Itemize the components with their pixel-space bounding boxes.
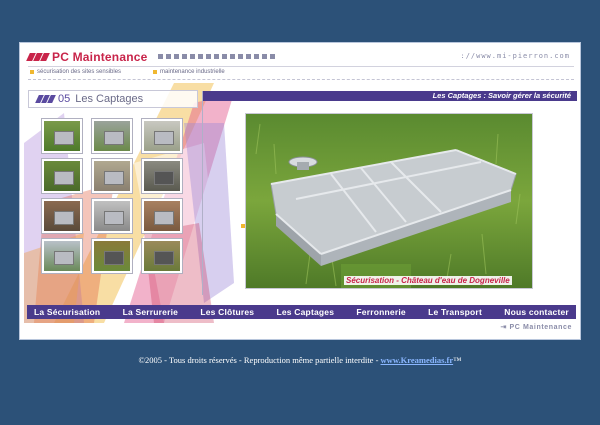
main-photo [246,114,532,288]
logo-text: PC Maintenance [52,50,148,64]
main-frame: PC Maintenance ://www.mi-pierron.com séc… [19,42,581,340]
nav-transport[interactable]: Le Transport [428,307,482,317]
section-label: Les Captages [75,93,144,105]
content-panel: Les Captages : Savoir gérer la sécurité [202,91,577,295]
site-logo[interactable]: PC Maintenance [26,50,148,64]
gallery-thumbnail[interactable] [142,199,182,233]
header-divider [28,79,574,80]
nav-ferronnerie[interactable]: Ferronnerie [356,307,405,317]
section-banner: Les Captages : Savoir gérer la sécurité [203,91,577,101]
footer-brand-label: PC Maintenance [509,324,572,331]
square-bullet-icon [153,70,158,74]
gallery-thumbnail[interactable] [92,199,132,233]
gallery-thumbnail[interactable] [142,159,182,193]
kreamedias-link[interactable]: www.Kreamedias.fr [381,355,454,365]
gallery-thumbnail[interactable] [42,199,82,233]
site-url: ://www.mi-pierron.com [460,52,570,60]
gallery-thumbnail[interactable] [42,239,82,273]
trademark-symbol: ™ [453,355,462,365]
sublink-securisation[interactable]: sécurisation des sites sensibles [30,69,121,75]
section-number: 05 [58,93,71,105]
header-sublinks: sécurisation des sites sensibles mainten… [30,69,225,75]
double-chevron-section-icon [35,95,56,103]
nav-contact[interactable]: Nous contacter [504,307,569,317]
section-title: 05 Les Captages [28,90,198,108]
square-bullet-icon [30,70,34,74]
nav-serrurerie[interactable]: La Serrurerie [123,307,179,317]
sublink-maintenance[interactable]: maintenance industrielle [153,69,225,75]
gallery-thumbnail[interactable] [142,119,182,153]
photo-caption: Sécurisation - Château d'eau de Dognevil… [344,276,512,285]
sublink-label: maintenance industrielle [160,69,225,75]
copyright-notice: ©2005 - Tous droits réservés - Reproduct… [0,355,600,365]
main-photo-frame: Sécurisation - Château d'eau de Dognevil… [245,113,533,289]
double-chevron-logo-icon [26,53,50,61]
right-arrow-icon: ⇥ [500,324,510,331]
gallery-thumbnail[interactable] [42,159,82,193]
nav-securisation[interactable]: La Sécurisation [34,307,100,317]
nav-captages[interactable]: Les Captages [276,307,334,317]
sublink-label: sécurisation des sites sensibles [37,69,122,75]
copyright-text: ©2005 - Tous droits réservés - Reproduct… [138,355,381,365]
footer-brand: ⇥ PC Maintenance [501,323,572,331]
decorative-blocks [158,54,275,59]
site-header: PC Maintenance ://www.mi-pierron.com [26,49,574,67]
gallery-thumbnail[interactable] [92,239,132,273]
gallery-thumbnail[interactable] [42,119,82,153]
gallery-thumbnail[interactable] [92,159,132,193]
nav-clotures[interactable]: Les Clôtures [200,307,254,317]
main-navigation: La Sécurisation La Serrurerie Les Clôtur… [27,305,576,319]
gallery-thumbnail[interactable] [92,119,132,153]
thumbnail-gallery [42,119,182,273]
gallery-thumbnail[interactable] [142,239,182,273]
